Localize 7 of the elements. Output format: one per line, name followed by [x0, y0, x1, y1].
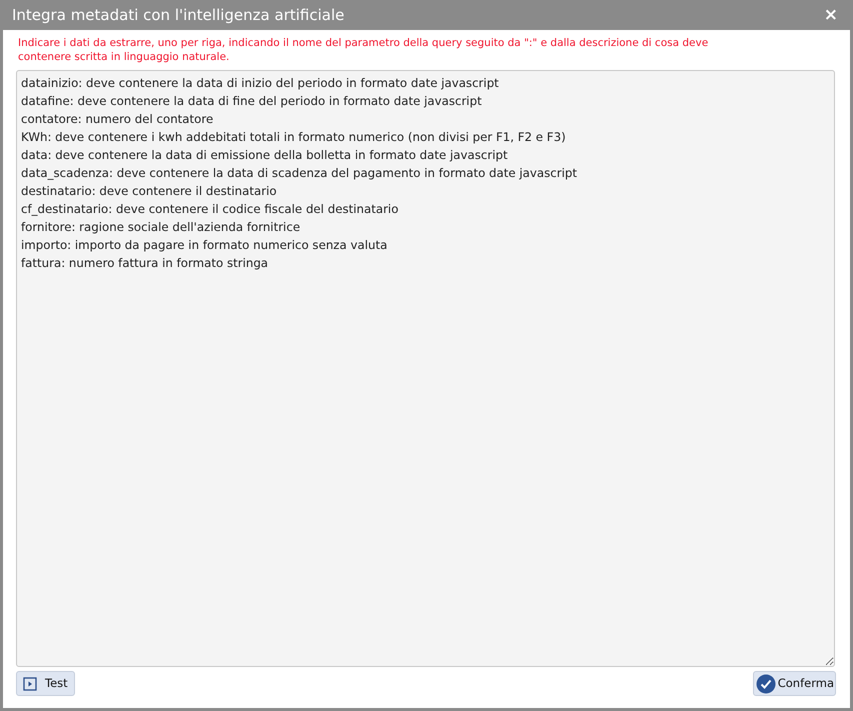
test-button[interactable]: Test [16, 671, 75, 696]
dialog-title: Integra metadati con l'intelligenza artificiale [12, 4, 344, 26]
instructions-text: Indicare i dati da estrarre, uno per riga, indicando il nome del parametro della query seguito da ":" e dalla descrizione di cosa deve contenere scritta in linguaggio naturale. [17, 36, 710, 64]
metadata-text-area[interactable]: datainizio: deve contenere la data di inizio del periodo in formato date javascript datafine: deve contenere la data di fine del periodo in formato date javascript contatore: numero del contatore KWh: deve contenere i kwh addebitati totali in formato numerico (non divisi per F1, F2 e F3) data: deve contenere la data di emissione della bolletta in formato date javascript data_scadenza: deve contenere la data di scadenza del pagamento in formato date javascript destinatario: deve contenere il destinatario cf_destinatario: deve contenere il codice fiscale del destinatario fornitore: ragione sociale dell'azienda fornitrice importo: importo da pagare in formato numerico senza valuta fattura: numero fattura in formato stringa [16, 70, 835, 667]
play-icon [23, 676, 37, 690]
check-icon [756, 674, 776, 694]
confirm-button[interactable]: Conferma [752, 671, 836, 696]
